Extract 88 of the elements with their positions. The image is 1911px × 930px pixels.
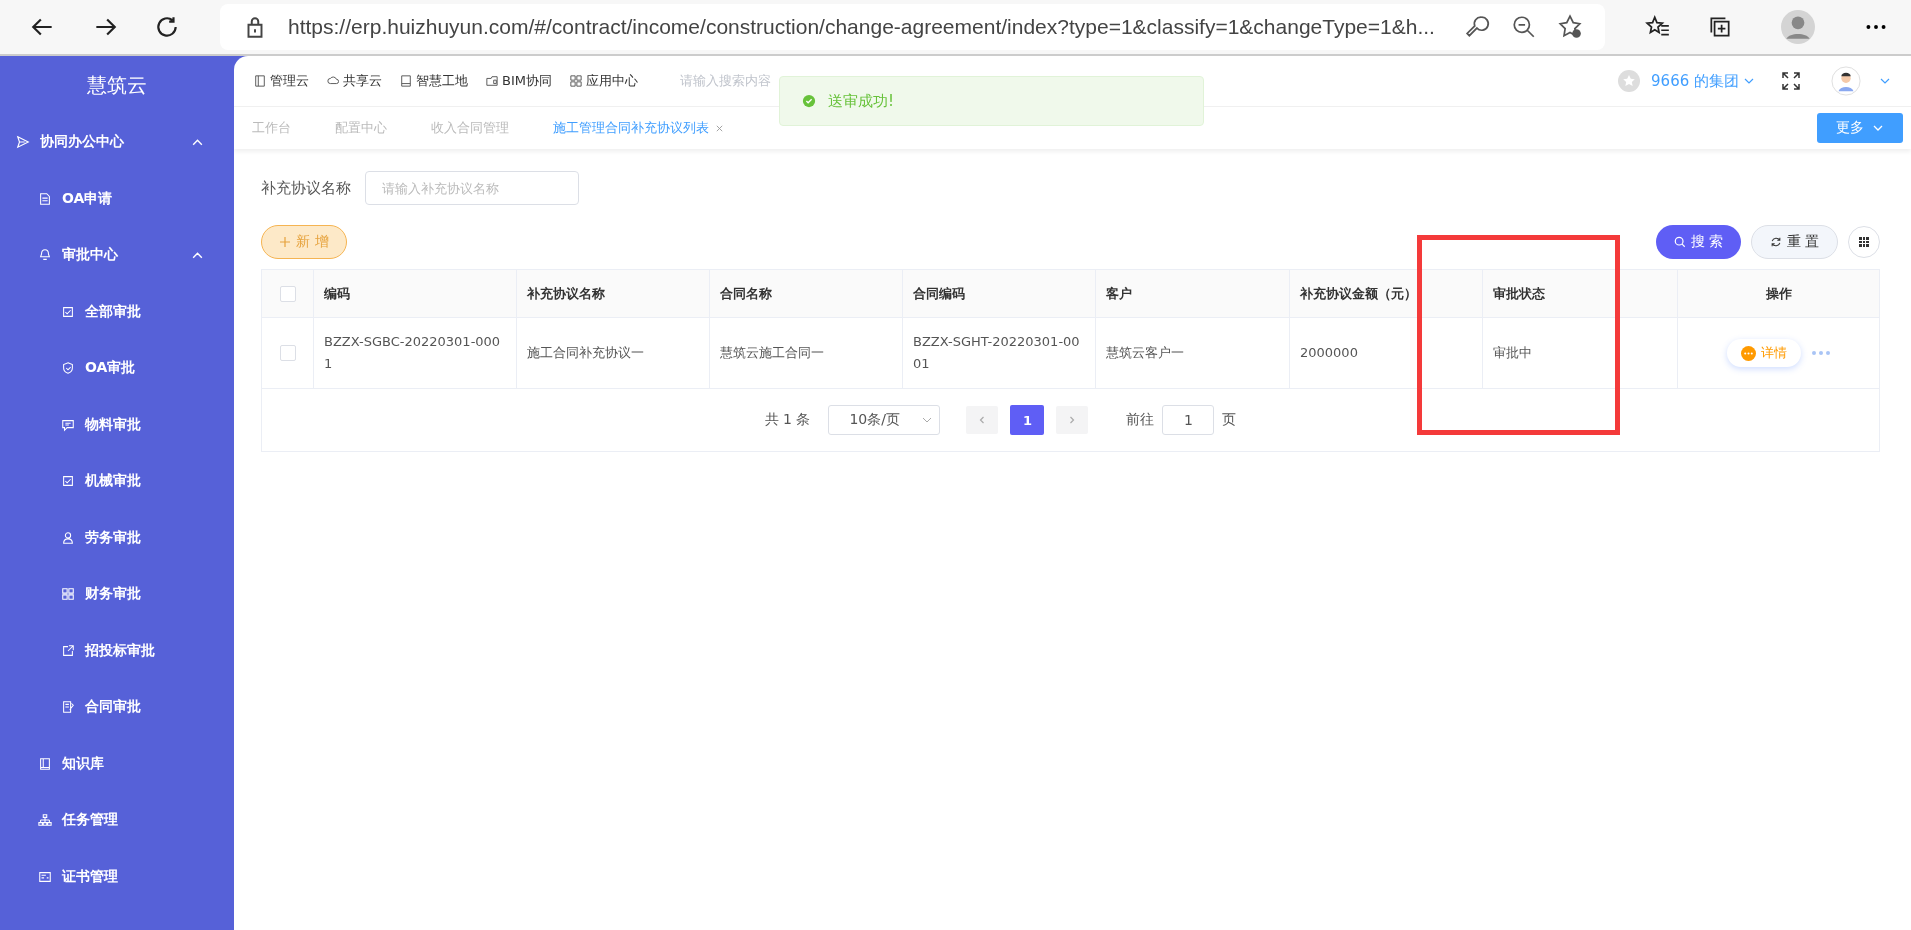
sidebar-item[interactable]: 任务管理	[0, 792, 234, 849]
table-cell-text: 施工合同补充协议一	[527, 343, 644, 362]
page-suffix: 页	[1222, 411, 1237, 429]
column-header: 补充协议金额（元）	[1300, 284, 1417, 303]
sidebar-item[interactable]: 招投标审批	[0, 622, 234, 679]
nav-link[interactable]: 共享云	[327, 72, 382, 90]
check-circle-icon	[802, 94, 816, 108]
person-icon	[61, 530, 75, 545]
checkbox-icon	[61, 474, 75, 489]
checkbox-icon	[61, 304, 75, 319]
fullscreen-icon[interactable]	[1781, 71, 1801, 91]
address-bar[interactable]: https://erp.huizhuyun.com/#/contract/income/construction/change-agreement/index?type=1&classify=1&changeType=1&h...	[220, 4, 1605, 50]
id-card-icon	[38, 869, 52, 884]
table-cell-text: 慧筑云客户一	[1106, 343, 1184, 362]
plus-icon	[279, 236, 292, 248]
sidebar-item[interactable]: 合同审批	[0, 679, 234, 736]
favorite-add-icon[interactable]	[1557, 14, 1583, 40]
document-icon	[38, 191, 52, 206]
sidebar-item[interactable]: 机械审批	[0, 453, 234, 510]
page-size-select[interactable]: 10条/页	[828, 405, 941, 435]
document-icon	[61, 700, 75, 715]
column-header: 补充协议名称	[527, 284, 605, 303]
table-cell-text: BZZX-SGBC-20220301-0001	[324, 332, 502, 373]
column-header: 客户	[1106, 284, 1132, 303]
cloud-icon	[327, 75, 339, 87]
folder-icon	[486, 75, 498, 87]
search-button[interactable]: 搜 索	[1656, 225, 1741, 259]
search-icon	[1673, 236, 1686, 248]
grid-icon	[1858, 236, 1870, 248]
panel-icon	[254, 75, 266, 87]
column-header: 编码	[324, 284, 350, 303]
bell-icon	[38, 248, 52, 263]
column-header: 审批状态	[1493, 284, 1545, 303]
external-link-icon	[61, 643, 75, 658]
row-checkbox[interactable]	[279, 345, 296, 361]
user-avatar-icon[interactable]	[1831, 66, 1861, 96]
grid-icon	[61, 587, 75, 602]
sidebar-item[interactable]: 劳务审批	[0, 509, 234, 566]
nav-link[interactable]: 智慧工地	[400, 72, 468, 90]
grid-icon	[569, 75, 582, 87]
agreement-name-input[interactable]: 请输入补充协议名称	[365, 171, 579, 205]
url-text: https://erp.huizhuyun.com/#/contract/income/construction/change-agreement/index?type=1&classify=1&changeType=1&h...	[288, 15, 1436, 39]
table-cell-text: BZZX-SGHT-20220301-0001	[913, 332, 1081, 373]
toast-message: 送审成功!	[828, 91, 894, 111]
sidebar-item[interactable]: OA审批	[0, 340, 234, 397]
profile-avatar-icon[interactable]	[1781, 10, 1815, 44]
select-all-checkbox[interactable]	[279, 285, 296, 302]
zoom-out-icon[interactable]	[1511, 14, 1537, 40]
sidebar-item[interactable]: 证书管理	[0, 848, 234, 905]
sidebar-group[interactable]: 审批中心	[0, 227, 234, 284]
nav-link[interactable]: 管理云	[254, 72, 309, 90]
app-title: 慧筑云	[86, 71, 148, 99]
tab[interactable]: 施工管理合同补充协议列表	[553, 119, 750, 137]
book-icon	[400, 75, 412, 87]
column-header: 合同名称	[720, 284, 772, 303]
send-icon	[16, 135, 30, 150]
nav-link[interactable]: BIM协同	[486, 72, 552, 90]
table-cell-text: 慧筑云施工合同一	[720, 343, 824, 362]
reset-button[interactable]: 重 置	[1751, 225, 1838, 259]
key-icon[interactable]	[1465, 14, 1491, 40]
sidebar-item[interactable]: 知识库	[0, 735, 234, 792]
ellipsis-circle-icon	[1740, 345, 1756, 361]
more-button[interactable]: 更多	[1817, 113, 1903, 143]
filter-label: 补充协议名称	[261, 178, 351, 198]
book-icon	[38, 756, 52, 771]
column-settings-button[interactable]	[1848, 226, 1880, 258]
sidebar-item[interactable]: 全部审批	[0, 283, 234, 340]
sidebar-item[interactable]: 财务审批	[0, 566, 234, 623]
star-badge-icon	[1617, 69, 1642, 93]
column-header: 合同编码	[913, 284, 965, 303]
table-cell-text: 2000000	[1300, 343, 1358, 362]
sidebar-item[interactable]: OA申请	[0, 170, 234, 227]
shield-icon	[61, 361, 75, 376]
total-count: 共 1 条	[764, 411, 811, 429]
reload-icon[interactable]	[154, 14, 180, 40]
goto-label: 前往	[1126, 411, 1155, 429]
table-cell-text: 审批中	[1493, 343, 1532, 362]
nav-link[interactable]: 应用中心	[569, 72, 638, 90]
page-number-button[interactable]: 1	[1010, 405, 1045, 435]
chat-icon	[61, 417, 75, 432]
sidebar-group[interactable]: 协同办公中心	[0, 114, 234, 171]
sidebar-item[interactable]: 物料审批	[0, 396, 234, 453]
refresh-icon	[1769, 236, 1782, 248]
column-header: 操作	[1765, 284, 1792, 303]
hierarchy-icon	[38, 813, 52, 828]
collections-icon[interactable]	[1707, 14, 1733, 40]
organization-dropdown[interactable]: 9666 的集团	[1651, 71, 1755, 91]
goto-page-input[interactable]: 1	[1162, 405, 1215, 435]
